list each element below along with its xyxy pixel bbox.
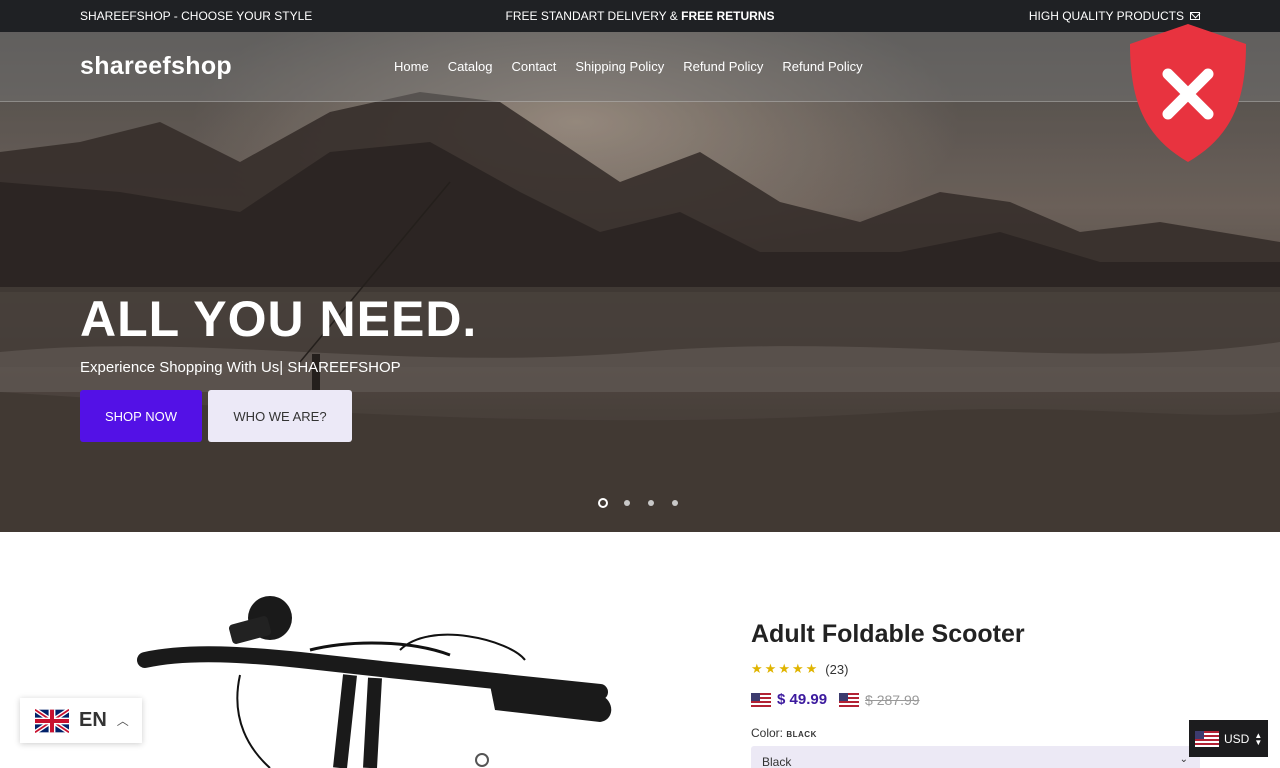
star-icon: ★ [751,661,763,676]
slider-dots [598,498,680,508]
us-flag-icon [1195,730,1219,747]
slide-dot-3[interactable] [648,500,654,506]
currency-code: USD [1224,731,1250,746]
quality-text: HIGH QUALITY PRODUCTS [1028,9,1184,23]
slide-dot-2[interactable] [624,500,630,506]
site-logo[interactable]: shareefshop [80,52,232,81]
site-header: shareefshop Home Catalog Contact Shippin… [0,32,1280,102]
sort-arrows-icon: ▲ ▼ [1254,730,1263,747]
review-count: (23) [825,661,849,677]
hero-subtitle: Experience Shopping With Us| SHAREEFSHOP [80,359,401,376]
selected-color: BLACK [786,730,817,739]
star-icon: ★ [778,661,790,676]
nav-contact[interactable]: Contact [512,59,557,74]
quality-message: HIGH QUALITY PRODUCTS [1029,9,1200,23]
shop-now-button[interactable]: SHOP NOW [80,390,202,442]
shield-x-icon[interactable] [1126,22,1250,164]
nav-home[interactable]: Home [394,59,429,74]
free-returns-text: FREE RETURNS [681,9,775,23]
nav-shipping-policy[interactable]: Shipping Policy [575,59,664,74]
star-icon: ★ [791,661,804,676]
chevron-down-icon: ⌄ [1179,754,1188,765]
uk-flag-icon [35,708,69,733]
language-code: EN [79,709,107,731]
who-we-are-button[interactable]: WHO WE ARE? [208,390,352,442]
chevron-up-icon: ︿ [116,714,129,728]
currency-selector[interactable]: USD ▲ ▼ [1189,720,1268,757]
product-image [137,596,612,768]
hero-banner [0,32,1280,532]
current-price: $ 49.99 [777,691,828,708]
selected-variant: Black [762,755,792,768]
product-price: $ 49.99 $ 287.99 [751,691,920,708]
language-selector[interactable]: EN ︿ [20,698,142,743]
nav-refund-policy-2[interactable]: Refund Policy [782,59,862,74]
nav-catalog[interactable]: Catalog [448,59,493,74]
variant-select[interactable]: Black ⌄ [751,746,1200,768]
color-label: Color: BLACK [751,726,817,740]
star-icon: ★ [805,661,818,676]
us-flag-icon [751,692,771,707]
hero-title: ALL YOU NEED. [80,291,478,347]
slide-dot-4[interactable] [672,500,678,506]
slide-dot-1[interactable] [598,498,608,508]
original-price: $ 287.99 [865,691,920,708]
product-rating[interactable]: ★ ★ ★ ★ ★ (23) [751,661,848,677]
mail-icon[interactable] [1190,12,1200,20]
main-nav: Home Catalog Contact Shipping Policy Ref… [394,59,863,74]
announcement-bar: SHAREEFSHOP - CHOOSE YOUR STYLE FREE STA… [0,0,1280,32]
product-title[interactable]: Adult Foldable Scooter [751,620,1025,649]
us-flag-icon [839,692,860,707]
nav-refund-policy[interactable]: Refund Policy [683,59,763,74]
delivery-text: FREE STANDART DELIVERY & [505,9,678,23]
star-icon: ★ [764,661,777,676]
